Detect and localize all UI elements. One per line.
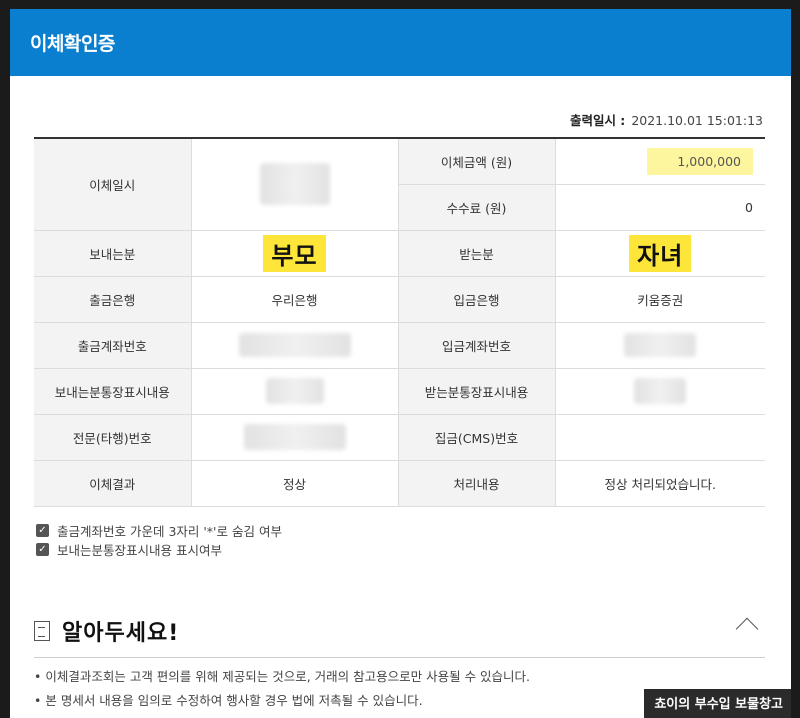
option-checkboxes: ✓ 출금계좌번호 가운데 3자리 '*'로 숨김 여부 ✓ 보내는분통장표시내용… xyxy=(36,521,282,559)
amount-value: 1,000,000 xyxy=(647,147,753,175)
out-account-value xyxy=(190,322,398,369)
transfer-date-label: 이체일시 xyxy=(34,137,191,231)
out-account-label: 출금계좌번호 xyxy=(34,322,191,369)
cms-number-label: 집금(CMS)번호 xyxy=(397,414,555,461)
receiver-value: 자녀 xyxy=(629,234,692,272)
print-datetime: 출력일시 : 2021.10.01 15:01:13 xyxy=(570,110,763,129)
receiver-label: 받는분 xyxy=(397,230,555,277)
cms-number-value xyxy=(554,414,765,461)
transfer-date-value xyxy=(190,137,398,231)
result-label: 이체결과 xyxy=(34,460,191,507)
telegram-number-label: 전문(타행)번호 xyxy=(34,414,191,461)
checkbox-checked-icon[interactable]: ✓ xyxy=(36,524,49,537)
masked-value xyxy=(634,378,687,404)
in-account-label: 입금계좌번호 xyxy=(397,322,555,369)
notice-header: 알아두세요! xyxy=(34,615,179,647)
mask-account-option[interactable]: ✓ 출금계좌번호 가운데 3자리 '*'로 숨김 여부 xyxy=(36,521,282,540)
masked-value xyxy=(238,333,351,357)
page-title: 이체확인증 xyxy=(30,33,115,55)
fee-label: 수수료 (원) xyxy=(397,184,555,231)
receiver-cell: 자녀 xyxy=(554,230,765,277)
masked-value xyxy=(624,333,697,357)
mask-account-label: 출금계좌번호 가운데 3자리 '*'로 숨김 여부 xyxy=(57,524,282,539)
result-value: 정상 xyxy=(190,460,398,507)
document-icon xyxy=(34,621,50,641)
amount-cell: 1,000,000 xyxy=(554,137,765,185)
receiver-memo-value xyxy=(554,368,765,415)
chevron-up-icon[interactable] xyxy=(735,617,759,641)
checkbox-checked-icon[interactable]: ✓ xyxy=(36,543,49,556)
header-bar: 이체확인증 xyxy=(10,9,791,76)
sender-label: 보내는분 xyxy=(34,230,191,277)
telegram-number-value xyxy=(190,414,398,461)
masked-value xyxy=(265,378,324,404)
transfer-confirmation-window: 이체확인증 출력일시 : 2021.10.01 15:01:13 이체일시 이체금… xyxy=(10,9,791,718)
amount-label: 이체금액 (원) xyxy=(397,137,555,185)
notice-item: • 본 명세서 내용을 임의로 수정하여 행사할 경우 법에 저촉될 수 있습니… xyxy=(34,693,423,708)
process-label: 처리내용 xyxy=(397,460,555,507)
sender-memo-value xyxy=(190,368,398,415)
watermark: 쵸이의 부수입 보물창고 xyxy=(644,689,791,718)
out-bank-label: 출금은행 xyxy=(34,276,191,323)
in-account-value xyxy=(554,322,765,369)
process-value: 정상 처리되었습니다. xyxy=(554,460,765,507)
show-memo-label: 보내는분통장표시내용 표시여부 xyxy=(57,543,222,558)
in-bank-label: 입금은행 xyxy=(397,276,555,323)
notice-item: • 이체결과조회는 고객 편의를 위해 제공되는 것으로, 거래의 참고용으로만… xyxy=(34,669,531,684)
print-datetime-value: 2021.10.01 15:01:13 xyxy=(631,113,763,128)
show-memo-option[interactable]: ✓ 보내는분통장표시내용 표시여부 xyxy=(36,540,282,559)
masked-value xyxy=(243,424,346,450)
in-bank-value: 키움증권 xyxy=(554,276,765,323)
out-bank-value: 우리은행 xyxy=(190,276,398,323)
transfer-details-table: 이체일시 이체금액 (원) 1,000,000 수수료 (원) 0 보내는분 부… xyxy=(34,137,765,507)
receiver-memo-label: 받는분통장표시내용 xyxy=(397,368,555,415)
sender-memo-label: 보내는분통장표시내용 xyxy=(34,368,191,415)
sender-value: 부모 xyxy=(263,234,326,272)
fee-value: 0 xyxy=(554,184,765,231)
print-datetime-label: 출력일시 : xyxy=(569,113,626,128)
notice-title: 알아두세요! xyxy=(62,621,180,646)
notice-divider xyxy=(34,657,765,658)
masked-value xyxy=(259,163,330,206)
sender-cell: 부모 xyxy=(190,230,398,277)
notice-list: • 이체결과조회는 고객 편의를 위해 제공되는 것으로, 거래의 참고용으로만… xyxy=(34,665,530,713)
